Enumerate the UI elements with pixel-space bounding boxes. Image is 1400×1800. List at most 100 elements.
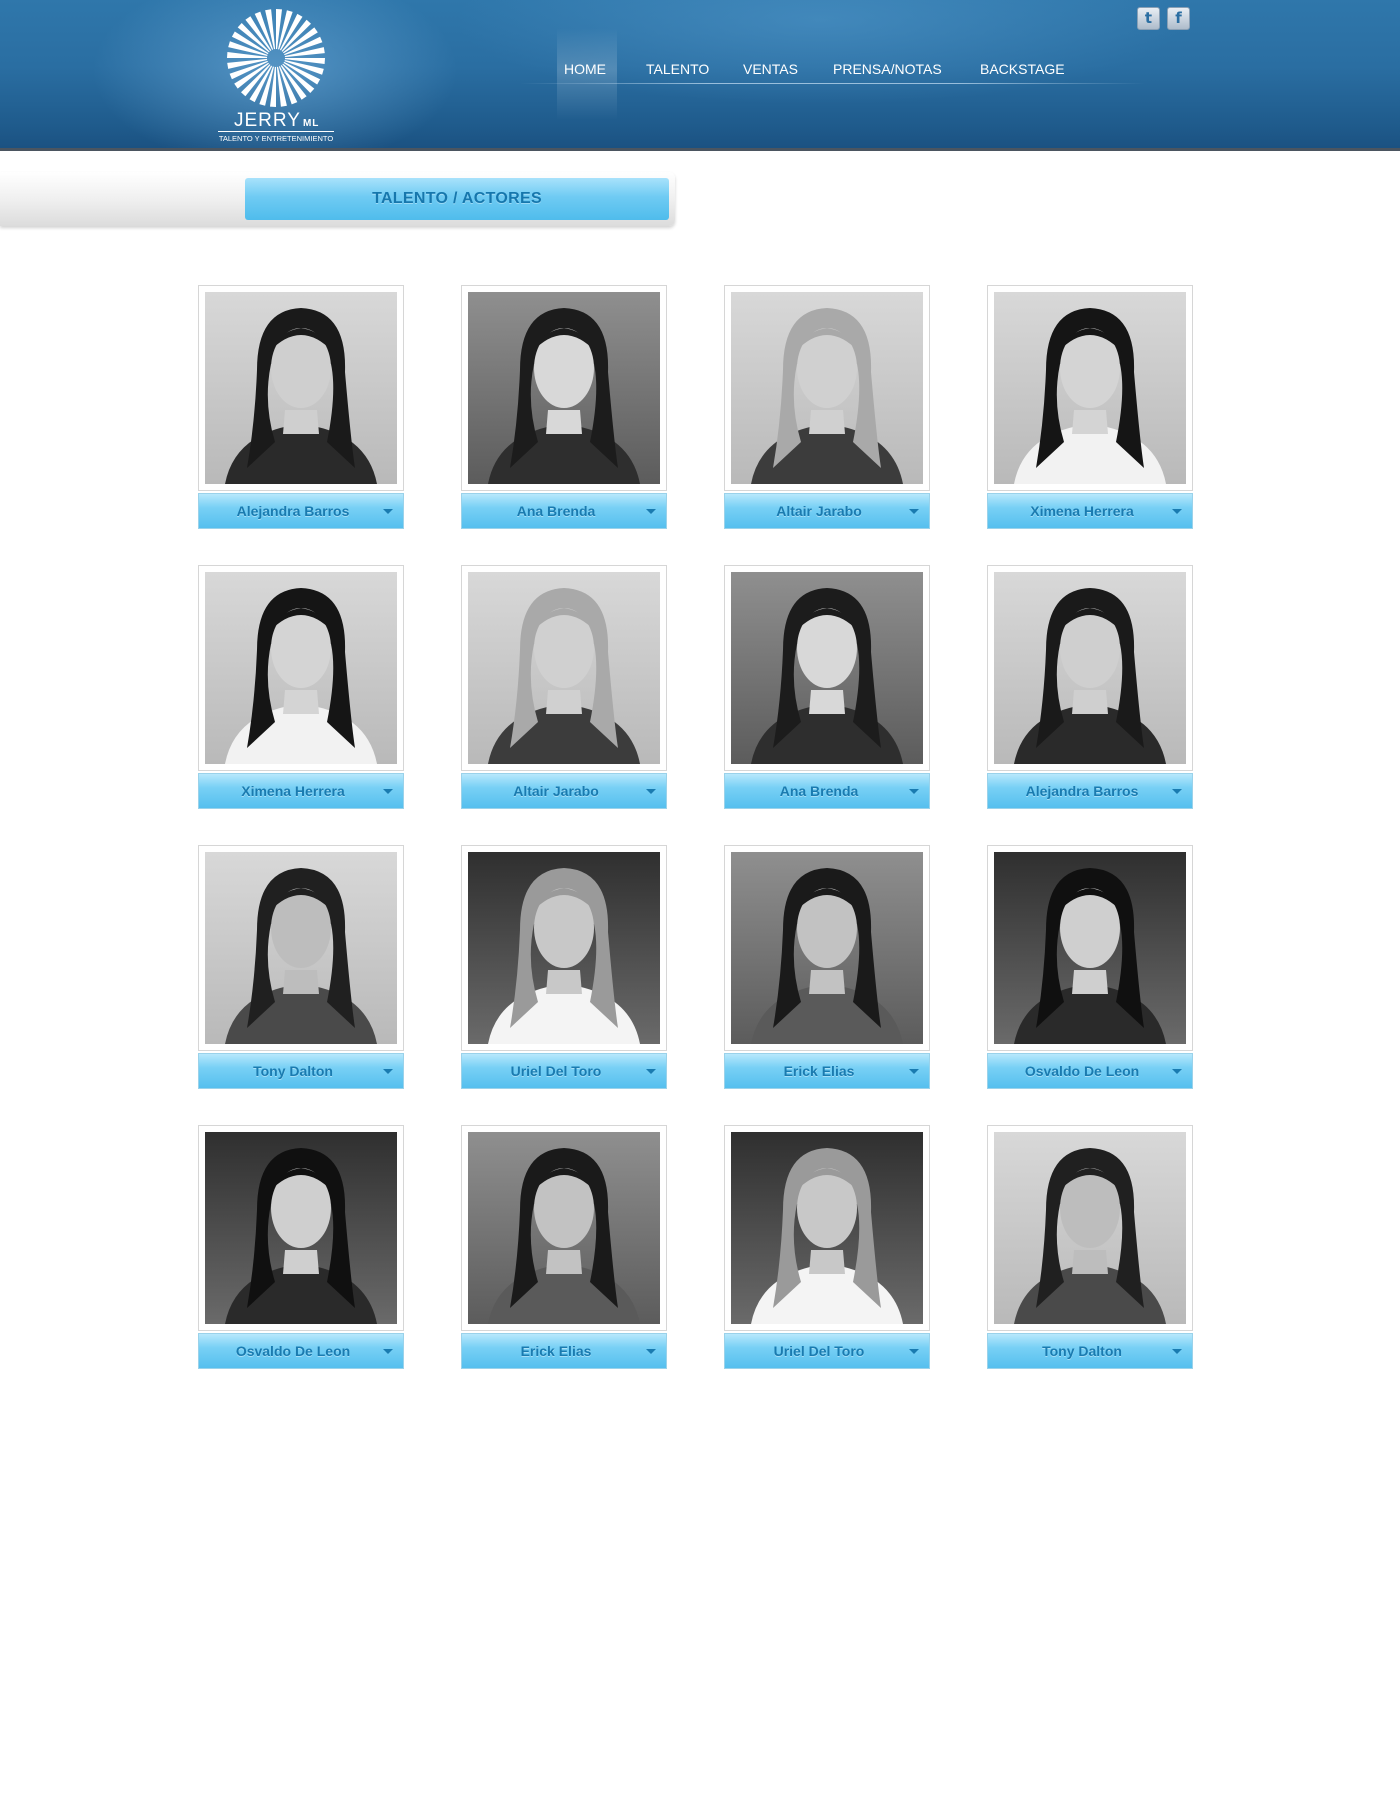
chevron-down-icon[interactable]	[646, 1069, 656, 1074]
talent-name-dropdown[interactable]: Erick Elias	[724, 1053, 930, 1089]
chevron-down-icon[interactable]	[646, 789, 656, 794]
brand-logo[interactable]: JERRY ML TALENTO Y ENTRETENIMIENTO	[218, 6, 334, 146]
nav-item-backstage[interactable]: BACKSTAGE	[980, 61, 1065, 77]
talent-photo	[468, 1132, 660, 1324]
talent-card[interactable]: Ana Brenda	[724, 565, 930, 811]
nav-item-talento[interactable]: TALENTO	[646, 61, 709, 77]
chevron-down-icon[interactable]	[383, 1349, 393, 1354]
talent-photo	[994, 1132, 1186, 1324]
talent-photo	[468, 292, 660, 484]
talent-card[interactable]: Tony Dalton	[987, 1125, 1193, 1371]
talent-name-dropdown[interactable]: Erick Elias	[461, 1333, 667, 1369]
talent-card[interactable]: Tony Dalton	[198, 845, 404, 1091]
portrait-silhouette-icon	[751, 308, 903, 484]
talent-card[interactable]: Uriel Del Toro	[724, 1125, 930, 1371]
talent-card[interactable]: Altair Jarabo	[724, 285, 930, 531]
chevron-down-icon[interactable]	[909, 509, 919, 514]
talent-photo-frame[interactable]	[724, 285, 930, 491]
talent-name-dropdown[interactable]: Alejandra Barros	[198, 493, 404, 529]
talent-photo	[205, 852, 397, 1044]
talent-name-dropdown[interactable]: Uriel Del Toro	[461, 1053, 667, 1089]
chevron-down-icon[interactable]	[383, 789, 393, 794]
talent-photo	[731, 292, 923, 484]
brand-tagline: TALENTO Y ENTRETENIMIENTO	[218, 131, 334, 143]
talent-photo-frame[interactable]	[987, 845, 1193, 1051]
portrait-silhouette-icon	[1014, 588, 1166, 764]
chevron-down-icon[interactable]	[646, 509, 656, 514]
talent-photo	[205, 292, 397, 484]
talent-photo	[205, 1132, 397, 1324]
talent-photo	[468, 852, 660, 1044]
chevron-down-icon[interactable]	[1172, 789, 1182, 794]
talent-photo-frame[interactable]	[987, 285, 1193, 491]
portrait-silhouette-icon	[751, 588, 903, 764]
talent-card[interactable]: Ximena Herrera	[198, 565, 404, 811]
chevron-down-icon[interactable]	[909, 1069, 919, 1074]
talent-photo-frame[interactable]	[198, 845, 404, 1051]
talent-photo-frame[interactable]	[461, 565, 667, 771]
talent-photo-frame[interactable]	[987, 565, 1193, 771]
talent-photo-frame[interactable]	[461, 1125, 667, 1331]
chevron-down-icon[interactable]	[383, 509, 393, 514]
talent-photo-frame[interactable]	[198, 1125, 404, 1331]
talent-name-dropdown[interactable]: Uriel Del Toro	[724, 1333, 930, 1369]
facebook-icon[interactable]: f	[1167, 7, 1190, 30]
talent-photo-frame[interactable]	[461, 285, 667, 491]
portrait-silhouette-icon	[225, 1148, 377, 1324]
talent-photo-frame[interactable]	[198, 565, 404, 771]
talent-name: Erick Elias	[783, 1063, 855, 1079]
talent-name-dropdown[interactable]: Ana Brenda	[724, 773, 930, 809]
nav-item-ventas[interactable]: VENTAS	[743, 61, 798, 77]
chevron-down-icon[interactable]	[1172, 509, 1182, 514]
talent-name: Ana Brenda	[516, 503, 596, 519]
chevron-down-icon[interactable]	[909, 789, 919, 794]
talent-name-dropdown[interactable]: Alejandra Barros	[987, 773, 1193, 809]
talent-name-dropdown[interactable]: Ximena Herrera	[987, 493, 1193, 529]
talent-name-dropdown[interactable]: Tony Dalton	[987, 1333, 1193, 1369]
talent-photo-frame[interactable]	[461, 845, 667, 1051]
talent-photo-frame[interactable]	[198, 285, 404, 491]
talent-card[interactable]: Erick Elias	[461, 1125, 667, 1371]
talent-card[interactable]: Altair Jarabo	[461, 565, 667, 811]
talent-name: Erick Elias	[520, 1343, 592, 1359]
talent-card[interactable]: Osvaldo De Leon	[198, 1125, 404, 1371]
talent-photo-frame[interactable]	[987, 1125, 1193, 1331]
twitter-icon[interactable]: t	[1137, 7, 1160, 30]
talent-card[interactable]: Alejandra Barros	[987, 565, 1193, 811]
talent-name: Osvaldo De Leon	[1024, 1063, 1140, 1079]
talent-name-dropdown[interactable]: Tony Dalton	[198, 1053, 404, 1089]
talent-photo-frame[interactable]	[724, 565, 930, 771]
talent-name-dropdown[interactable]: Osvaldo De Leon	[198, 1333, 404, 1369]
chevron-down-icon[interactable]	[383, 1069, 393, 1074]
portrait-silhouette-icon	[751, 868, 903, 1044]
talent-grid: Alejandra Barros Ana Brenda Altair Jarabo X…	[198, 285, 1202, 1371]
chevron-down-icon[interactable]	[909, 1349, 919, 1354]
portrait-silhouette-icon	[1014, 868, 1166, 1044]
talent-photo	[994, 852, 1186, 1044]
talent-name-dropdown[interactable]: Altair Jarabo	[461, 773, 667, 809]
talent-name: Alejandra Barros	[1025, 783, 1139, 799]
talent-name: Alejandra Barros	[236, 503, 350, 519]
chevron-down-icon[interactable]	[646, 1349, 656, 1354]
talent-card[interactable]: Erick Elias	[724, 845, 930, 1091]
talent-name: Uriel Del Toro	[510, 1063, 602, 1079]
talent-name-dropdown[interactable]: Osvaldo De Leon	[987, 1053, 1193, 1089]
chevron-down-icon[interactable]	[1172, 1069, 1182, 1074]
talent-card[interactable]: Ximena Herrera	[987, 285, 1193, 531]
talent-photo	[994, 292, 1186, 484]
nav-item-home[interactable]: HOME	[564, 61, 606, 77]
portrait-silhouette-icon	[488, 1148, 640, 1324]
talent-name-dropdown[interactable]: Altair Jarabo	[724, 493, 930, 529]
talent-card[interactable]: Osvaldo De Leon	[987, 845, 1193, 1091]
chevron-down-icon[interactable]	[1172, 1349, 1182, 1354]
talent-name: Uriel Del Toro	[773, 1343, 865, 1359]
talent-card[interactable]: Uriel Del Toro	[461, 845, 667, 1091]
talent-name: Osvaldo De Leon	[235, 1343, 351, 1359]
talent-name-dropdown[interactable]: Ximena Herrera	[198, 773, 404, 809]
talent-card[interactable]: Ana Brenda	[461, 285, 667, 531]
talent-card[interactable]: Alejandra Barros	[198, 285, 404, 531]
talent-name-dropdown[interactable]: Ana Brenda	[461, 493, 667, 529]
talent-photo-frame[interactable]	[724, 1125, 930, 1331]
nav-item-prensa-notas[interactable]: PRENSA/NOTAS	[833, 61, 942, 77]
talent-photo-frame[interactable]	[724, 845, 930, 1051]
